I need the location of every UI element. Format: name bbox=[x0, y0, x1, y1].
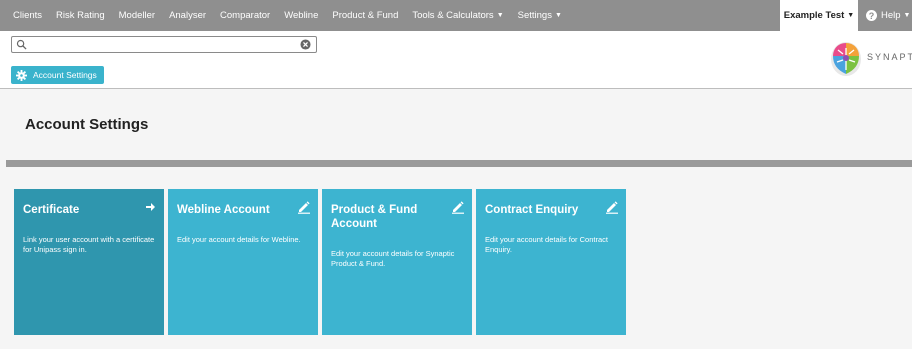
tile-title: Product & Fund Account bbox=[331, 204, 418, 230]
tile-product-fund-account[interactable]: Product & Fund Account Edit your account… bbox=[322, 189, 472, 335]
nav-item-product-fund[interactable]: Product & Fund bbox=[325, 0, 405, 31]
tile-certificate[interactable]: Certificate Link your user account with … bbox=[14, 189, 164, 335]
tile-description: Edit your account details for Webline. bbox=[177, 235, 301, 244]
nav-menu: Clients Risk Rating Modeller Analyser Co… bbox=[0, 0, 569, 31]
nav-item-risk-rating[interactable]: Risk Rating bbox=[49, 0, 112, 31]
tile-description: Edit your account details for Synaptic P… bbox=[331, 249, 455, 268]
nav-item-tools-calculators[interactable]: Tools & Calculators ▼ bbox=[405, 0, 510, 31]
top-nav: Clients Risk Rating Modeller Analyser Co… bbox=[0, 0, 912, 31]
nav-item-modeller[interactable]: Modeller bbox=[112, 0, 162, 31]
search-icon bbox=[16, 39, 27, 50]
help-icon: ? bbox=[866, 10, 877, 21]
help-label: Help bbox=[881, 10, 901, 21]
search-box bbox=[11, 36, 317, 53]
tile-description: Edit your account details for Contract E… bbox=[485, 235, 608, 254]
section-divider bbox=[6, 160, 912, 167]
tile-description: Link your user account with a certificat… bbox=[23, 235, 155, 254]
gear-icon bbox=[16, 69, 27, 81]
logo-text: SYNAPTI bbox=[867, 52, 912, 62]
nav-item-webline[interactable]: Webline bbox=[277, 0, 325, 31]
tile-title: Certificate bbox=[23, 204, 80, 216]
chevron-down-icon: ▼ bbox=[847, 12, 855, 19]
synaptic-logo-icon bbox=[831, 42, 861, 76]
breadcrumb-label: Account Settings bbox=[33, 70, 97, 80]
pencil-icon bbox=[298, 201, 310, 214]
user-name: Example Test bbox=[783, 10, 845, 21]
nav-item-analyser[interactable]: Analyser bbox=[162, 0, 213, 31]
help-menu[interactable]: ? Help ▼ bbox=[866, 0, 912, 31]
pencil-icon bbox=[452, 201, 464, 214]
chevron-down-icon: ▼ bbox=[554, 12, 562, 19]
nav-item-comparator[interactable]: Comparator bbox=[213, 0, 277, 31]
chevron-down-icon: ▼ bbox=[903, 12, 911, 19]
chevron-down-icon: ▼ bbox=[496, 12, 504, 19]
tile-contract-enquiry[interactable]: Contract Enquiry Edit your account detai… bbox=[476, 189, 626, 335]
clear-search-icon[interactable] bbox=[300, 39, 311, 50]
page-title: Account Settings bbox=[25, 116, 149, 133]
arrow-right-icon bbox=[146, 203, 155, 211]
nav-item-settings[interactable]: Settings ▼ bbox=[511, 0, 569, 31]
tile-title: Webline Account bbox=[177, 204, 270, 216]
tile-webline-account[interactable]: Webline Account Edit your account detail… bbox=[168, 189, 318, 335]
pencil-icon bbox=[606, 201, 618, 214]
nav-item-clients[interactable]: Clients bbox=[6, 0, 49, 31]
search-input[interactable] bbox=[30, 37, 300, 52]
sub-header: Account Settings SYNAPTI bbox=[0, 31, 912, 89]
user-menu[interactable]: Example Test ▼ bbox=[780, 0, 858, 31]
tile-title: Contract Enquiry bbox=[485, 204, 579, 216]
breadcrumb-account-settings[interactable]: Account Settings bbox=[11, 66, 104, 84]
